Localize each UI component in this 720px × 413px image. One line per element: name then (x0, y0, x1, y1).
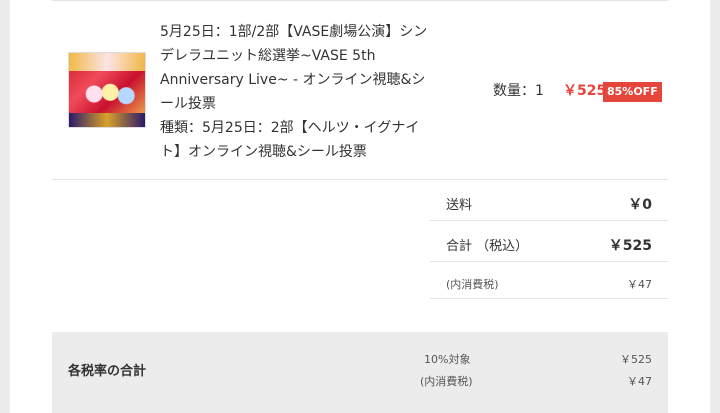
top-divider (52, 0, 668, 1)
tax-value: ￥47 (627, 278, 652, 291)
product-title[interactable]: 5月25日：1部/2部【VASE劇場公演】シンデレラユニット総選挙~VASE 5… (160, 20, 432, 116)
item-price: ￥525 (563, 83, 607, 99)
tax-rate-totals-panel: 各税率の合計 10%対象 ￥525 (内消費税) ￥47 (52, 332, 668, 413)
product-variant: 種類：5月25日：2部【ヘルツ・イグナイト】オンライン視聴&シール投票 (160, 120, 420, 160)
rate-label: 10%対象 (424, 353, 471, 366)
total-value: ￥525 (608, 238, 652, 254)
thumbnail-header-band (69, 53, 145, 71)
order-page: 5月25日：1部/2部【VASE劇場公演】シンデレラユニット総選挙~VASE 5… (10, 0, 710, 413)
thumbnail-characters (75, 77, 139, 111)
total-divider (430, 261, 668, 262)
shipping-value: ￥0 (628, 197, 652, 213)
tax-row: (内消費税) ￥47 (430, 276, 668, 296)
tax-divider (430, 298, 668, 299)
rate-tax-label: (内消費税) (420, 375, 473, 388)
shipping-row: 送料 ￥0 (430, 194, 668, 220)
product-thumbnail[interactable] (68, 52, 146, 128)
discount-badge: 85%OFF (603, 82, 662, 102)
tax-label: (内消費税) (446, 278, 499, 291)
product-info: 5月25日：1部/2部【VASE劇場公演】シンデレラユニット総選挙~VASE 5… (160, 20, 432, 164)
shipping-label: 送料 (446, 198, 473, 213)
quantity-label: 数量：1 (493, 83, 544, 99)
rate-tax-value: ￥47 (627, 375, 652, 388)
tax-rate-totals-title: 各税率の合計 (68, 364, 147, 379)
item-divider (52, 179, 668, 180)
rate-value: ￥525 (620, 353, 652, 366)
total-label: 合計 （税込） (446, 239, 529, 254)
total-row: 合計 （税込） ￥525 (430, 235, 668, 261)
thumbnail-footer-band (69, 113, 145, 127)
shipping-divider (430, 220, 668, 221)
